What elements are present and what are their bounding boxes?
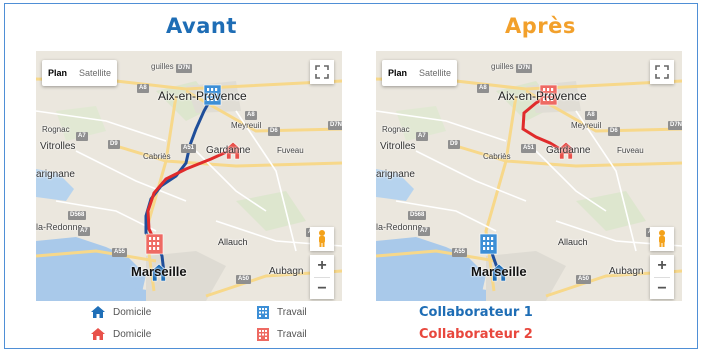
- road-shield-a7: A7: [418, 227, 430, 236]
- map-type-plan-button[interactable]: Plan: [42, 60, 73, 86]
- place-label-marignane: arignane: [36, 169, 75, 180]
- road-shield-a50: A50: [236, 275, 252, 284]
- place-label-rognac: Rognac: [382, 125, 410, 134]
- road-shield-d7n: D7N: [176, 64, 193, 73]
- place-label-guilles: guilles: [491, 62, 514, 71]
- place-label-vitrolles: Vitrolles: [380, 141, 416, 152]
- office-building-red-icon: [257, 328, 269, 341]
- map-type-plan-button[interactable]: Plan: [382, 60, 413, 86]
- map-type-satellite-button[interactable]: Satellite: [413, 60, 457, 86]
- road-shield-a55: A55: [452, 248, 468, 257]
- office-building-blue-icon: [479, 233, 498, 255]
- road-shield-a51: A51: [181, 144, 197, 153]
- road-shield-a8: A8: [245, 111, 257, 120]
- place-label-meyreuil: Meyreuil: [571, 121, 602, 130]
- legend-home-red-label: Domicile: [113, 328, 152, 340]
- zoom-out-button[interactable]: −: [650, 278, 674, 300]
- place-label-gardanne: Gardanne: [206, 145, 251, 156]
- collaborator-2-label: Collaborateur 2: [419, 327, 533, 342]
- road-shield-a7: A7: [76, 132, 88, 141]
- road-shield-d568: D568: [68, 211, 87, 220]
- road-shield-a7: A7: [416, 132, 428, 141]
- place-label-marignane: arignane: [376, 169, 415, 180]
- place-label-allauch: Allauch: [558, 237, 588, 247]
- road-shield-a7: A7: [78, 227, 90, 236]
- place-label-aubagne: Aubagn: [609, 266, 644, 277]
- street-view-button[interactable]: [310, 227, 334, 251]
- zoom-control: + −: [310, 255, 334, 299]
- road-shield-d7n: D7N: [668, 121, 682, 130]
- place-label-guilles: guilles: [151, 62, 174, 71]
- place-label-fuveau: Fuveau: [277, 146, 304, 155]
- map-type-control: Plan Satellite: [42, 60, 118, 86]
- place-label-rognac: Rognac: [42, 125, 70, 134]
- place-label-marseille: Marseille: [131, 264, 187, 279]
- place-label-fuveau: Fuveau: [617, 146, 644, 155]
- panel-title-before: Avant: [166, 14, 237, 38]
- fullscreen-icon: [315, 65, 329, 79]
- place-label-gardanne: Gardanne: [546, 145, 591, 156]
- place-label-marseille: Marseille: [471, 264, 527, 279]
- road-shield-d9: D9: [448, 140, 460, 149]
- road-shield-d7n: D7N: [516, 64, 533, 73]
- legend-work-red-label: Travail: [277, 329, 307, 340]
- zoom-control: + −: [650, 255, 674, 299]
- pegman-icon: [319, 230, 325, 247]
- road-shield-a8: A8: [585, 111, 597, 120]
- legend-work-red: Travail: [256, 327, 307, 342]
- road-shield-a8: A8: [137, 84, 149, 93]
- place-label-redonne: la-Redonne: [376, 222, 423, 232]
- place-label-vitrolles: Vitrolles: [40, 141, 76, 152]
- fullscreen-icon: [655, 65, 669, 79]
- place-label-allauch: Allauch: [218, 237, 248, 247]
- panel-title-after: Après: [505, 14, 576, 38]
- road-shield-a8: A8: [477, 84, 489, 93]
- map-type-control: Plan Satellite: [382, 60, 458, 86]
- fullscreen-button[interactable]: [650, 60, 674, 84]
- place-label-aix: Aix-en-Provence: [158, 89, 247, 103]
- road-shield-d568: D568: [408, 211, 427, 220]
- legend-home-red: Domicile: [90, 327, 151, 341]
- place-label-cabries: Cabriès: [483, 152, 511, 161]
- street-view-button[interactable]: [650, 227, 674, 251]
- home-red-icon: [91, 328, 105, 340]
- office-building-red-icon: [145, 233, 164, 255]
- map-before[interactable]: guilles Aix-en-Provence Meyreuil Rognac Vitr…: [36, 51, 342, 301]
- road-shield-d7n: D7N: [328, 121, 342, 130]
- road-shield-a51: A51: [521, 144, 537, 153]
- road-shield-d9: D9: [108, 140, 120, 149]
- place-label-redonne: la-Redonne: [36, 222, 83, 232]
- zoom-out-button[interactable]: −: [310, 278, 334, 300]
- place-label-meyreuil: Meyreuil: [231, 121, 262, 130]
- pegman-icon: [659, 230, 665, 247]
- road-shield-a50: A50: [576, 275, 592, 284]
- road-shield-d6: D6: [608, 127, 620, 136]
- legend-home-blue: Domicile: [90, 305, 151, 319]
- place-label-aubagne: Aubagn: [269, 266, 304, 277]
- zoom-in-button[interactable]: +: [310, 255, 334, 277]
- map-after[interactable]: guilles Aix-en-Provence Meyreuil Rognac Vitr…: [376, 51, 682, 301]
- home-blue-icon: [91, 306, 105, 318]
- place-label-aix: Aix-en-Provence: [498, 89, 587, 103]
- road-shield-a55: A55: [112, 248, 128, 257]
- map-type-satellite-button[interactable]: Satellite: [73, 60, 117, 86]
- office-building-blue-icon: [257, 306, 269, 319]
- legend-home-blue-label: Domicile: [113, 306, 152, 318]
- legend-work-blue: Travail: [256, 305, 307, 320]
- legend-work-blue-label: Travail: [277, 307, 307, 318]
- road-shield-d6: D6: [268, 127, 280, 136]
- zoom-in-button[interactable]: +: [650, 255, 674, 277]
- collaborator-1-label: Collaborateur 1: [419, 305, 533, 320]
- fullscreen-button[interactable]: [310, 60, 334, 84]
- place-label-cabries: Cabriès: [143, 152, 171, 161]
